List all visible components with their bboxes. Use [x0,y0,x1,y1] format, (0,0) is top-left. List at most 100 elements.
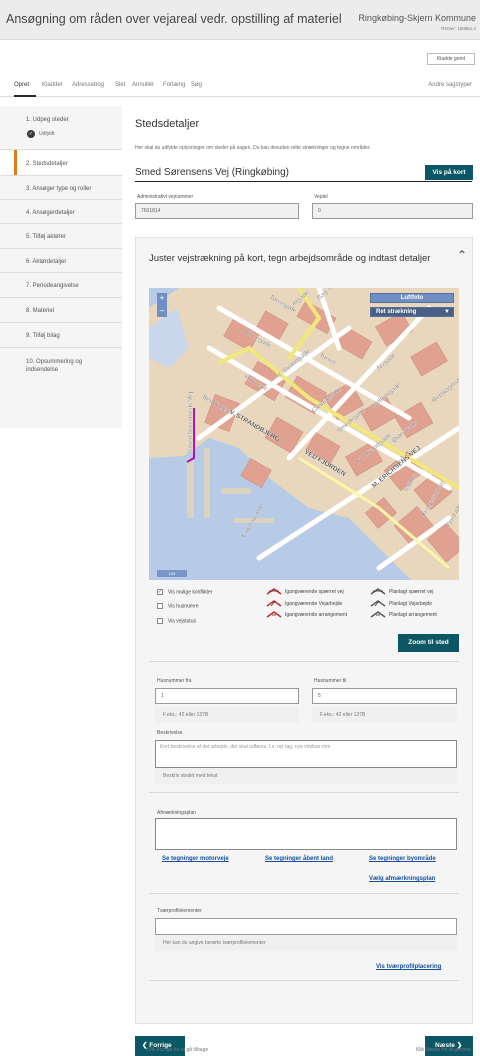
step-1[interactable]: 1. Udpeg steder ✓ Udfyldt [0,106,122,150]
draft-saved-button[interactable]: Kladde gemt [427,53,475,65]
legend-label: Planlagt Vejarbejde [389,600,433,607]
next-button[interactable]: Næste ❯ [425,1036,473,1056]
legend-ongoing-event: Igangværende arrangement [266,611,347,618]
house-to-label: Husnummer til [314,678,347,684]
step-status: Udfyldt [39,131,55,137]
cross-profile-label: Tværprofilelementer [157,908,202,914]
link-choose-marking-plan[interactable]: Vælg afmærkningsplan [369,876,435,882]
checkbox-box: ✓ [157,589,163,595]
step-3[interactable]: 3. Ansøger type og roller [0,176,122,200]
zoom-in-button[interactable]: + [157,293,167,305]
map-tab-edit-segment[interactable]: Ret strækning ▼ [370,307,454,317]
marking-plan-label: Afmærkningsplan [157,810,196,816]
road-name: Smed Sørensens Vej (Ringkøbing) [135,167,289,178]
zoom-out-button[interactable]: – [157,305,167,317]
nav-forlaeng[interactable]: Forlæng [163,82,185,88]
step-label: 7. Periodeangivelse [26,283,79,289]
house-to-hint: F.eks.: 42 eller 137B [312,707,457,723]
description-hint: Beskriv stedet med tekst [155,768,457,784]
link-drawings-open-land[interactable]: Se tegninger åbent land [265,856,333,862]
checkbox-show-house-numbers[interactable]: Vis husnumre [157,603,198,609]
nav-adressebog[interactable]: Adressebog [72,82,104,88]
intro-text: Her skal du udfylde oplysninger om stede… [135,145,371,151]
nav-sog[interactable]: Søg [191,82,202,88]
page-title: Ansøgning om råden over vejareal vedr. o… [6,12,342,26]
step-4[interactable]: 4. Ansøgerdetaljer [0,200,122,224]
checkbox-box [157,603,163,609]
step-label: 10. Opsummering og indsendelse [26,359,83,373]
link-drawings-motorway[interactable]: Se tegninger motorveje [162,856,229,862]
legend-planned-event: Planlagt arrangement [370,611,437,618]
map-canvas: Torvegade Holmene Beddingen Torvet Nygad… [149,288,459,580]
collapse-chevron-icon[interactable]: ⌃ [457,248,467,262]
step-label: 4. Ansøgerdetaljer [26,210,75,216]
step-label: 1. Udpeg steder [26,117,69,123]
map-tab-aerial[interactable]: Luftfoto [370,293,454,303]
roadwork-icon [266,600,282,607]
checkbox-label: Vis vejstatus [168,618,196,625]
link-drawings-city[interactable]: Se tegninger byområde [369,856,436,862]
nav-slet[interactable]: Slet [115,82,125,88]
nav-active-indicator [14,95,36,97]
step-label: 5. Tilføj aktører [26,234,67,240]
zoom-to-place-button[interactable]: Zoom til sted [398,634,459,652]
map-label: Fjord Alle [445,502,459,529]
step-7[interactable]: 7. Periodeangivelse [0,273,122,298]
legend-ongoing-closed: Igangværende spærret vej [266,588,344,595]
step-2[interactable]: 2. Stedsdetaljer [0,150,122,176]
step-6[interactable]: 6. Aktørdetaljer [0,249,122,273]
check-icon: ✓ [27,130,35,138]
road-part-label: Vejdel [314,194,328,200]
legend-ongoing-roadwork: Igangværende Vejarbejde [266,600,342,607]
version-label: ROVer: 100861.4 [441,26,476,31]
cross-profile-hint: Her kan du angive berørte tværprofilelem… [155,935,457,951]
step-8[interactable]: 8. Materiel [0,298,122,323]
nav-other-case-types[interactable]: Andre sagstyper [428,82,472,88]
section-title: Stedsdetaljer [135,118,200,130]
house-to-input[interactable]: 5 [312,688,457,704]
divider [135,181,472,182]
step-label: 8. Materiel [26,308,55,314]
cross-profile-input[interactable] [155,918,457,935]
top-navigation: Opret Kladder Adressebog Slet Annullér F… [0,75,480,97]
planned-closed-icon [370,588,386,595]
step-label: 9. Tilføj bilag [26,333,60,339]
step-10[interactable]: 10. Opsummering og indsendelse [0,348,122,386]
legend-label: Igangværende spærret vej [285,588,344,595]
divider [149,893,459,894]
legend-planned-roadwork: Planlagt Vejarbejde [370,600,432,607]
previous-button[interactable]: ❮ Forrige [135,1036,185,1056]
legend-label: Igangværende arrangement [285,611,347,618]
checkbox-label: Vis husnumre [168,603,199,610]
event-icon [266,611,282,618]
marking-plan-textarea[interactable] [155,818,457,850]
divider [149,980,459,981]
nav-kladder[interactable]: Kladder [42,82,63,88]
nav-opret[interactable]: Opret [14,82,29,88]
house-from-input[interactable]: 1 [155,688,299,704]
house-from-hint: F.eks.: 42 eller 137B [155,707,299,723]
road-part-field: 0 [312,203,473,219]
step-label: 6. Aktørdetaljer [26,259,67,265]
checkbox-show-conflicts[interactable]: ✓ Vis mulige konflikter [157,589,212,595]
description-textarea[interactable]: Kort beskrivelse af det arbejde, der ska… [155,740,457,768]
divider [149,661,459,662]
step-5[interactable]: 5. Tilføj aktører [0,224,122,249]
show-on-map-button[interactable]: Vis på kort [425,165,473,180]
map-scale-bar: 100 [157,570,187,577]
admin-road-no-field: 7601814 [135,203,299,219]
step-sidebar: 1. Udpeg steder ✓ Udfyldt 2. Stedsdetalj… [0,106,122,428]
legend-label: Planlagt arrangement [389,611,437,618]
app-header: Ansøgning om råden over vejareal vedr. o… [0,0,480,40]
step-label: 3. Ansøger type og roller [26,186,92,192]
map-tab-edit-label: Ret strækning [376,309,417,315]
planned-event-icon [370,611,386,618]
step-9[interactable]: 9. Tilføj bilag [0,323,122,348]
nav-annuller[interactable]: Annullér [132,82,154,88]
dropdown-arrow-icon: ▼ [444,309,450,315]
active-step-indicator [14,150,17,175]
link-show-cross-profile[interactable]: Vis tværprofilplacering [376,964,441,970]
legend-label: Igangværende Vejarbejde [285,600,343,607]
map-view[interactable]: Torvegade Holmene Beddingen Torvet Nygad… [149,288,459,580]
checkbox-show-road-status[interactable]: Vis vejstatus [157,618,196,624]
